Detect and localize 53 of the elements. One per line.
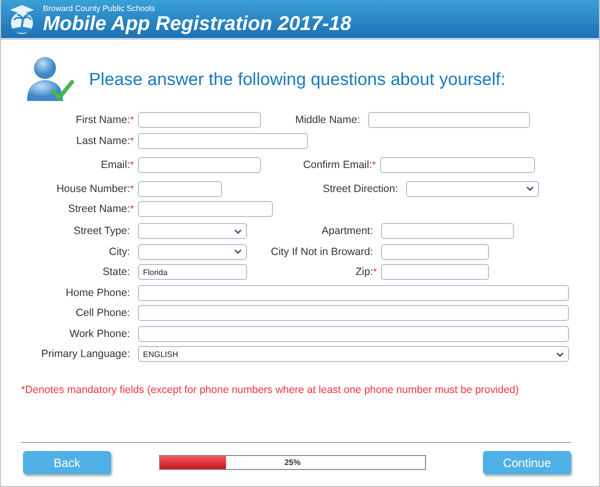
progress-percent: 25% (283, 457, 302, 469)
caret-icon (556, 352, 564, 356)
mandatory-note: *Denotes mandatory fields (except for phone numbers where at least one phone number must be provided) (21, 384, 520, 396)
field-label: City: (109, 246, 130, 258)
app-title: Mobile App Registration 2017-18 (43, 14, 352, 34)
field-label: Zip: (355, 266, 373, 278)
field-label: Last Name: (76, 134, 130, 146)
input-field[interactable] (380, 156, 535, 172)
required-mark: * (130, 115, 135, 126)
dropdown[interactable] (138, 223, 247, 239)
field-label: Street Type: (74, 225, 130, 237)
field-label: Email: (100, 158, 130, 170)
input-field[interactable]: Florida (138, 264, 247, 280)
field-label: Street Name: (68, 203, 130, 215)
field-label: Work Phone: (69, 328, 130, 340)
required-mark: * (130, 204, 135, 215)
input-field[interactable] (368, 112, 530, 128)
field-label: Home Phone: (66, 286, 130, 298)
caret-icon (234, 228, 242, 234)
input-field[interactable] (138, 305, 569, 321)
required-mark: * (130, 160, 135, 170)
field-label: Primary Language: (41, 348, 130, 360)
caret-icon (526, 186, 534, 191)
required-mark: * (130, 184, 135, 194)
input-field[interactable] (138, 201, 273, 217)
dropdown-value: ENGLISH (143, 350, 178, 358)
dropdown[interactable] (138, 244, 247, 260)
dropdown[interactable] (406, 180, 539, 196)
dropdown[interactable]: ENGLISH (138, 346, 569, 362)
field-label: City If Not in Broward: (270, 246, 373, 258)
field-label: Street Direction: (322, 182, 398, 194)
field-label: Confirm Email: (303, 158, 372, 170)
field-label: Middle Name: (295, 114, 360, 126)
input-field[interactable] (138, 112, 261, 128)
input-field[interactable] (381, 244, 489, 260)
caret-icon (234, 249, 242, 254)
input-field[interactable] (138, 180, 222, 196)
input-field[interactable] (381, 223, 514, 239)
required-mark: * (130, 136, 135, 146)
field-label: First Name: (76, 114, 130, 126)
form-heading: Please answer the following questions about yourself: (89, 68, 506, 90)
field-label: State: (102, 266, 130, 278)
field-label: House Number: (56, 182, 130, 194)
field-label: Apartment: (322, 225, 373, 237)
required-mark: * (372, 160, 377, 170)
organization-name: Broward County Public Schools (43, 4, 156, 12)
input-field[interactable] (138, 132, 308, 148)
input-field[interactable] (138, 326, 569, 342)
input-field[interactable] (138, 284, 569, 300)
input-field[interactable] (381, 264, 489, 280)
field-label: Cell Phone: (76, 307, 130, 319)
input-field[interactable] (138, 156, 261, 172)
required-mark: * (373, 267, 378, 278)
